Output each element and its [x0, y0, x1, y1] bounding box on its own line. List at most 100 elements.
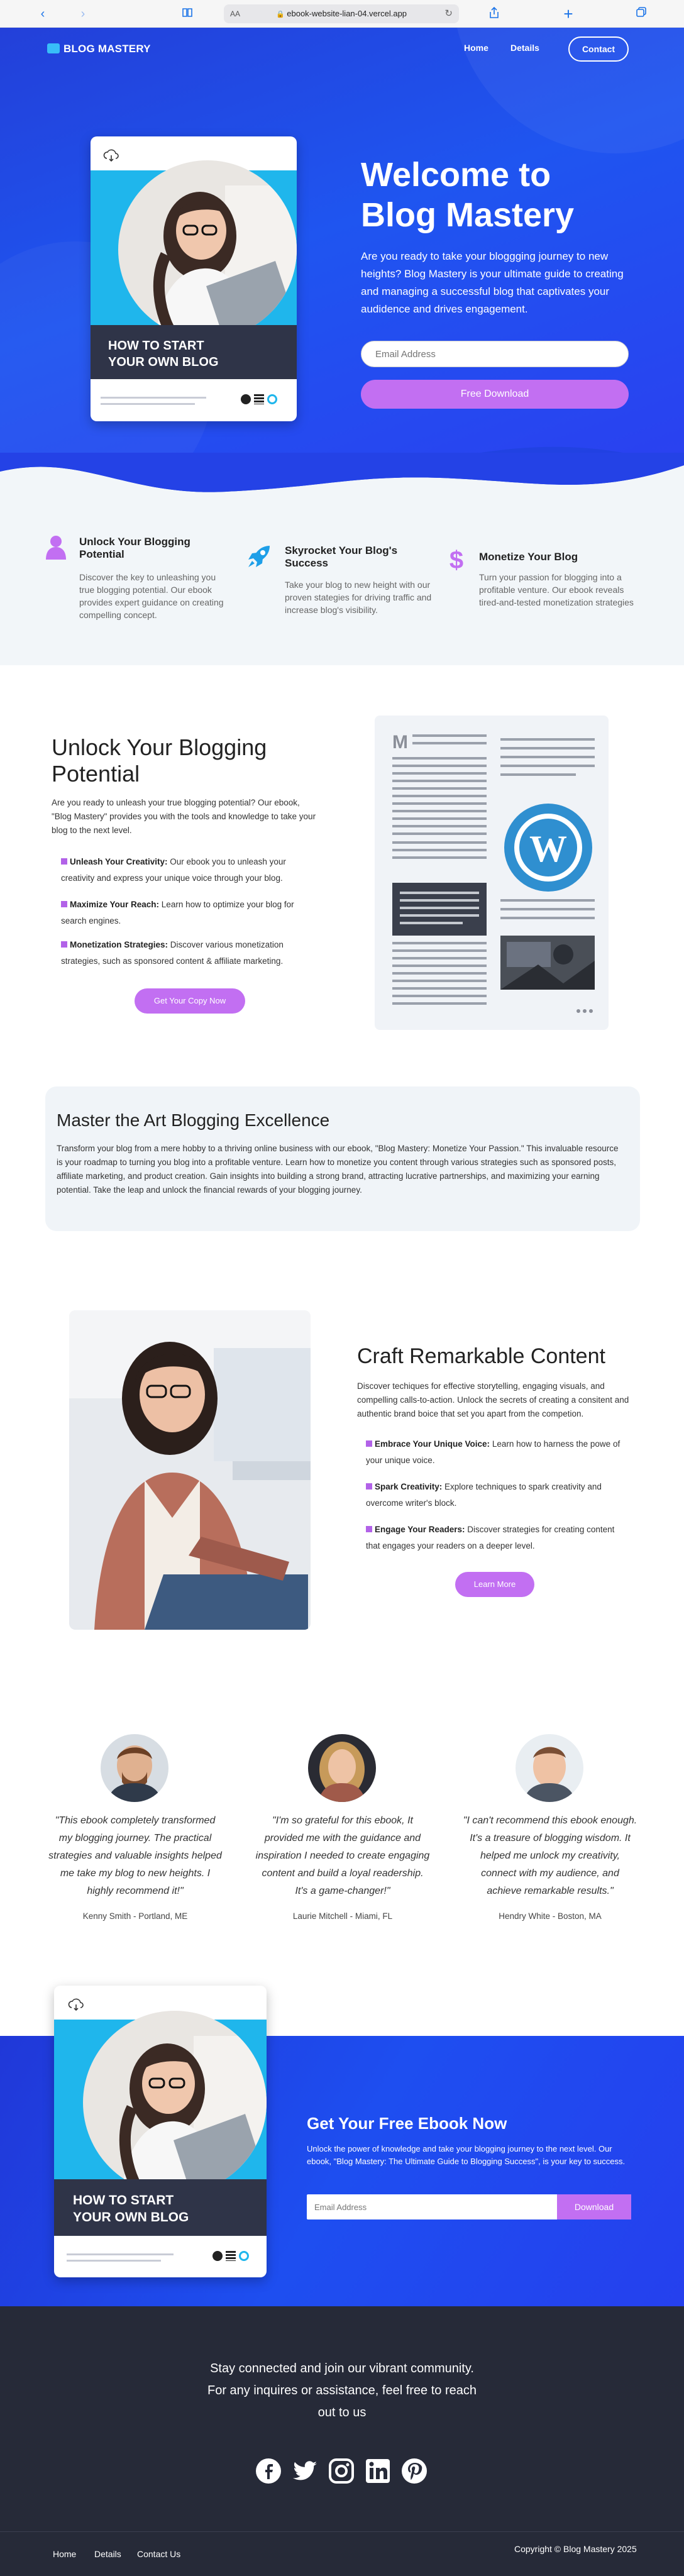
get-copy-button[interactable]: Get Your Copy Now [135, 988, 245, 1014]
footer-link-details[interactable]: Details [94, 2549, 121, 2559]
cloud-download-icon [103, 149, 119, 162]
craft-bullet: Embrace Your Unique Voice: Learn how to … [366, 1436, 630, 1469]
feature-title: Skyrocket Your Blog's Success [285, 544, 398, 569]
footer-link-contact[interactable]: Contact Us [137, 2549, 180, 2559]
back-icon[interactable]: ‹ [35, 6, 50, 21]
logo-icon [47, 43, 60, 53]
cta-email-input[interactable] [307, 2194, 557, 2219]
craft-bullet: Spark Creativity: Explore techniques to … [366, 1479, 630, 1512]
book-icon[interactable] [180, 6, 195, 21]
cta-download-button[interactable]: Download [557, 2194, 631, 2219]
brand-name: BLOG MASTERY [63, 43, 151, 55]
svg-text:W: W [529, 828, 567, 870]
facebook-icon[interactable] [255, 2458, 282, 2484]
cta-text: Unlock the power of knowledge and take y… [307, 2144, 626, 2166]
free-download-button[interactable]: Free Download [361, 380, 629, 409]
unlock-heading-line1: Unlock Your Blogging [52, 734, 267, 760]
cover-logo-dot [212, 2251, 223, 2261]
bullet-square [366, 1483, 372, 1490]
copyright: Copyright © Blog Mastery 2025 [514, 2544, 637, 2554]
new-tab-icon[interactable]: + [561, 6, 576, 22]
testimonial-author: Kenny Smith - Portland, ME [82, 1911, 188, 1921]
cover-line [101, 397, 206, 399]
cta-heading: Get Your Free Ebook Now [307, 2114, 507, 2133]
document-graphic: M W [392, 732, 595, 1013]
nav-details[interactable]: Details [510, 43, 539, 53]
craft-intro: Discover techiques for effective storyte… [357, 1381, 629, 1418]
footer-message: Stay connected and join our vibrant comm… [0, 2358, 684, 2424]
cover-line [101, 403, 195, 405]
cover-line [67, 2260, 161, 2262]
browser-toolbar: ‹ › AA 🔒 ebook-website-lian-04.vercel.ap… [0, 0, 684, 28]
cover-title-line2: YOUR OWN BLOG [108, 355, 219, 369]
cover-logo-dot [241, 394, 251, 404]
footer [0, 2306, 684, 2576]
cover-barcode-icon [226, 2251, 236, 2261]
bullet-title: Monetization Strategies: [70, 940, 168, 949]
cover-line [67, 2253, 174, 2255]
master-text: Transform your blog from a mere hobby to… [57, 1144, 619, 1195]
master-heading: Master the Art Blogging Excellence [57, 1110, 330, 1130]
hero-description: Are you ready to take your bloggging jou… [361, 250, 624, 315]
footer-divider [0, 2531, 684, 2532]
craft-bullet: Engage Your Readers: Discover strategies… [366, 1522, 630, 1554]
cover-circle-icon [239, 2251, 249, 2261]
cloud-download-icon [68, 1998, 84, 2011]
hero-title: Welcome to Blog Mastery [361, 155, 637, 235]
feature-text: Discover the key to unleashing you true … [79, 572, 224, 620]
bullet-title: Spark Creativity: [375, 1482, 443, 1491]
author-photo [83, 2011, 267, 2179]
footer-line: out to us [317, 2406, 367, 2419]
dollar-icon: $ [450, 547, 463, 572]
unlock-heading: Unlock Your Blogging Potential [52, 734, 290, 787]
footer-line: For any inquires or assistance, feel fre… [207, 2384, 477, 2397]
footer-link-home[interactable]: Home [53, 2549, 76, 2559]
bullet-square [61, 858, 67, 865]
cover-title-line1: HOW TO START [73, 2193, 174, 2208]
avatar [101, 1734, 168, 1802]
share-icon[interactable] [487, 6, 502, 21]
cover-title: HOW TO START YOUR OWN BLOG [73, 2192, 189, 2226]
unlock-intro: Are you ready to unleash your true blogg… [52, 798, 316, 835]
testimonial-quote: "This ebook completely transformed my bl… [48, 1815, 222, 1896]
unlock-bullet: Maximize Your Reach: Learn how to optimi… [61, 897, 312, 929]
bullet-square [366, 1526, 372, 1532]
rocket-icon [248, 546, 270, 567]
testimonial-author: Laurie Mitchell - Miami, FL [292, 1911, 393, 1921]
svg-text:$: $ [450, 547, 463, 572]
hero-email-input[interactable] [361, 341, 629, 367]
person-icon [46, 536, 66, 560]
reload-icon[interactable]: ↻ [444, 4, 453, 23]
bullet-title: Embrace Your Unique Voice: [375, 1439, 490, 1449]
twitter-icon[interactable] [292, 2458, 318, 2484]
bullet-square [366, 1440, 372, 1447]
doc-letter: M [392, 732, 408, 753]
avatar [308, 1734, 376, 1802]
unlock-bullet: Unleash Your Creativity: Our ebook you t… [61, 854, 312, 887]
bullet-square [61, 941, 67, 948]
cover-circle-icon [267, 394, 277, 404]
hero-title-line2: Blog Mastery [361, 196, 575, 234]
cover-title-line1: HOW TO START [108, 339, 204, 353]
tabs-icon[interactable] [634, 6, 649, 21]
ebook-cover: HOW TO START YOUR OWN BLOG [91, 136, 297, 421]
linkedin-icon[interactable] [365, 2458, 391, 2484]
testimonial-author: Hendry White - Boston, MA [499, 1911, 602, 1921]
bullet-square [61, 901, 67, 907]
bullet-title: Unleash Your Creativity: [70, 857, 168, 866]
reader-text-size[interactable]: AA [230, 4, 240, 23]
address-bar[interactable]: AA 🔒 ebook-website-lian-04.vercel.app ↻ [224, 4, 459, 23]
feature-title: Monetize Your Blog [479, 551, 578, 563]
brand-logo[interactable]: BLOG MASTERY [47, 43, 151, 55]
learn-more-button[interactable]: Learn More [455, 1572, 534, 1597]
forward-icon[interactable]: › [75, 6, 91, 21]
contact-button[interactable]: Contact [568, 36, 629, 62]
footer-line: Stay connected and join our vibrant comm… [210, 2362, 474, 2375]
pinterest-icon[interactable] [401, 2458, 428, 2484]
ebook-cover: HOW TO START YOUR OWN BLOG [54, 1986, 267, 2277]
instagram-icon[interactable] [328, 2458, 355, 2484]
hero-title-line1: Welcome to [361, 156, 551, 194]
cover-title: HOW TO START YOUR OWN BLOG [108, 338, 219, 370]
cover-barcode-icon [254, 394, 264, 404]
nav-home[interactable]: Home [464, 43, 488, 53]
